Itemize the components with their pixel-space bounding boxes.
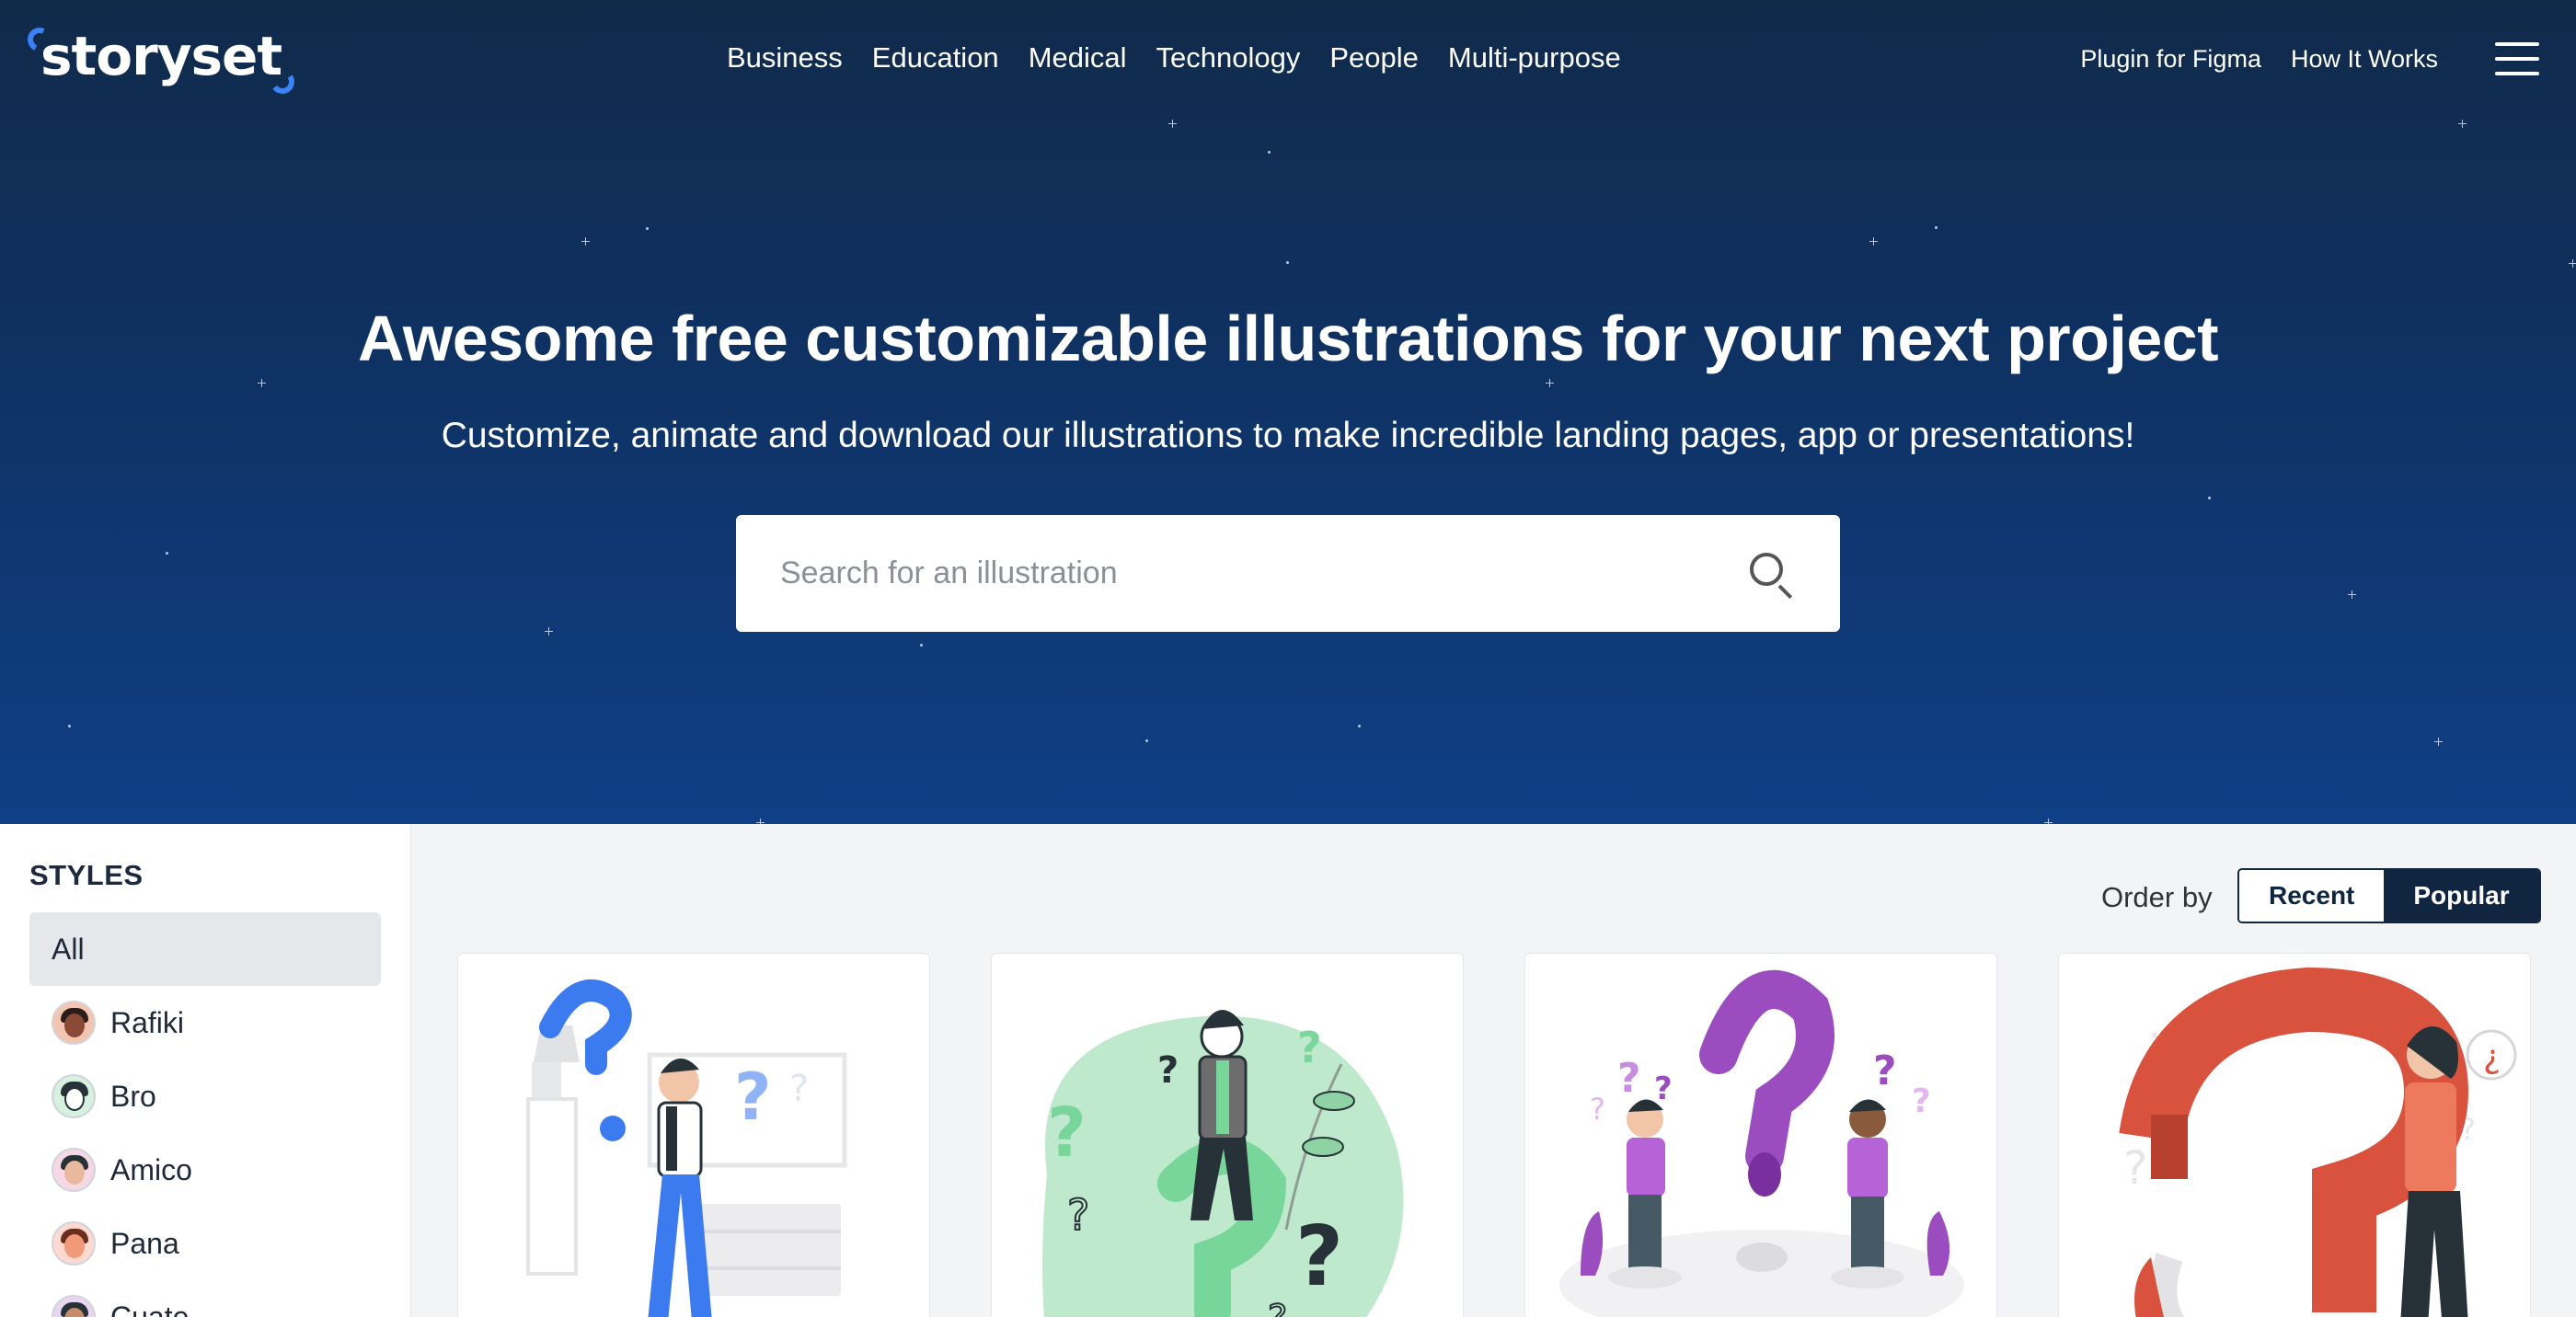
star-decoration [1286, 261, 1289, 264]
star-decoration [2434, 738, 2443, 746]
nav-multi-purpose[interactable]: Multi-purpose [1448, 41, 1621, 74]
person-with-question-red-illustration: ¿ ? ? ? ¿ [2119, 967, 2517, 1317]
styles-sidebar: STYLES All Rafiki Bro Amico Pana Cuate [0, 824, 411, 1317]
star-decoration [1935, 226, 1938, 229]
star-decoration [646, 227, 649, 230]
svg-text:?: ? [1157, 1049, 1179, 1092]
style-item-label: Pana [110, 1226, 179, 1260]
star-decoration [2569, 259, 2576, 268]
style-item-label: Bro [110, 1079, 156, 1113]
svg-text:?: ? [1295, 1208, 1343, 1305]
avatar-face [64, 1014, 85, 1037]
hero-title: Awesome free customizable illustrations … [357, 303, 2219, 374]
star-decoration [1145, 739, 1148, 742]
star-decoration [68, 725, 71, 727]
star-decoration [756, 819, 765, 824]
search-icon-ring [1750, 552, 1783, 586]
nav-plugin-for-figma[interactable]: Plugin for Figma [2080, 45, 2261, 74]
style-item-cuate[interactable]: Cuate [29, 1280, 381, 1317]
svg-text:?: ? [1047, 1094, 1087, 1173]
star-decoration [2458, 120, 2467, 128]
svg-text:?: ? [734, 1059, 772, 1135]
person-question-blue-illustration: ? ? [526, 979, 847, 1317]
style-item-label: Rafiki [110, 1005, 185, 1039]
svg-text:?: ? [1590, 1092, 1605, 1127]
style-item-amico[interactable]: Amico [29, 1133, 381, 1207]
illustration-card[interactable]: ? ? [457, 953, 930, 1317]
style-item-all[interactable]: All [29, 912, 381, 986]
order-recent-button[interactable]: Recent [2239, 870, 2385, 922]
illustration-card[interactable]: ¿ ? ? ? ¿ [2058, 953, 2531, 1317]
nav-education[interactable]: Education [872, 41, 999, 74]
hero-subtitle: Customize, animate and download our illu… [441, 416, 2135, 455]
hamburger-line [2495, 72, 2539, 75]
nav-how-it-works[interactable]: How It Works [2291, 45, 2438, 74]
style-item-label: All [52, 932, 85, 966]
style-item-bro[interactable]: Bro [29, 1059, 381, 1133]
order-popular-button[interactable]: Popular [2384, 870, 2539, 922]
star-decoration [2208, 497, 2211, 499]
star-decoration [1168, 120, 1177, 128]
pana-avatar-icon [52, 1221, 96, 1265]
storyset-logo[interactable]: storyset [24, 24, 297, 97]
style-item-label: Amico [110, 1152, 192, 1186]
logo-text: storyset [40, 25, 282, 87]
svg-text:?: ? [2123, 1141, 2148, 1195]
search-icon-handle [1777, 584, 1793, 599]
rafiki-avatar-icon [52, 1001, 96, 1045]
nav-technology[interactable]: Technology [1156, 41, 1301, 74]
order-by-label: Order by [2101, 881, 2213, 913]
search-icon[interactable] [1746, 549, 1796, 599]
amico-avatar-icon [52, 1148, 96, 1192]
style-item-pana[interactable]: Pana [29, 1207, 381, 1280]
nav-people[interactable]: People [1329, 41, 1419, 74]
avatar-face [64, 1161, 85, 1185]
star-decoration [1358, 725, 1361, 727]
star-decoration [258, 379, 266, 387]
svg-text:?: ? [789, 1068, 809, 1110]
style-item-rafiki[interactable]: Rafiki [29, 986, 381, 1059]
search-input[interactable] [780, 555, 1746, 591]
bro-avatar-icon [52, 1074, 96, 1118]
nav-business[interactable]: Business [727, 41, 843, 74]
star-decoration [581, 237, 590, 246]
hamburger-line [2495, 42, 2539, 46]
star-decoration [920, 644, 923, 647]
svg-text:?: ? [1268, 1298, 1287, 1317]
svg-text:¿: ¿ [2483, 1038, 2501, 1076]
svg-text:?: ? [1617, 1055, 1641, 1102]
star-decoration [1546, 379, 1554, 387]
star-decoration [2044, 819, 2053, 824]
avatar-face [64, 1234, 85, 1258]
svg-text:?: ? [1297, 1023, 1322, 1072]
star-decoration [1869, 237, 1878, 246]
avatar-face [64, 1087, 85, 1111]
illustration-card[interactable]: ? ? ? ? ? [1524, 953, 1997, 1317]
order-toggle: Recent Popular [2237, 868, 2541, 923]
star-decoration [166, 552, 168, 555]
hero-banner: storyset Business Education Medical Tech… [0, 0, 2576, 824]
svg-text:?: ? [1912, 1082, 1931, 1120]
nav-medical[interactable]: Medical [1029, 41, 1127, 74]
person-on-question-green-illustration: ? ? ? ? ? ? [1042, 1009, 1404, 1317]
hamburger-line [2495, 57, 2539, 61]
illustration-card[interactable]: ? ? ? ? ? ? [991, 953, 1464, 1317]
svg-text:?: ? [1873, 1048, 1897, 1094]
star-decoration [545, 627, 553, 636]
two-people-question-purple-illustration: ? ? ? ? ? [1559, 969, 1964, 1317]
styles-heading: STYLES [29, 859, 144, 891]
top-navigation: storyset Business Education Medical Tech… [0, 0, 2576, 120]
style-item-label: Cuate [110, 1300, 190, 1317]
star-decoration [1268, 151, 1271, 154]
cuate-avatar-icon [52, 1295, 96, 1317]
svg-text:?: ? [1654, 1071, 1673, 1107]
search-bar [736, 515, 1840, 632]
star-decoration [2348, 590, 2356, 599]
category-nav: Business Education Medical Technology Pe… [727, 41, 1621, 74]
secondary-nav: Plugin for Figma How It Works [2080, 45, 2438, 74]
svg-text:?: ? [1067, 1190, 1089, 1240]
hamburger-icon[interactable] [2495, 42, 2539, 75]
